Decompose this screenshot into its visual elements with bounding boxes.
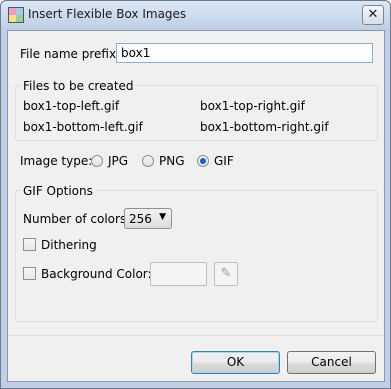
dialog-title: Insert Flexible Box Images — [28, 7, 187, 21]
prefix-label: File name prefix: — [20, 47, 121, 61]
chevron-down-icon: ▼ — [159, 212, 166, 222]
file-bottom-left: box1-bottom-left.gif — [23, 120, 143, 134]
radio-png-label[interactable]: PNG — [159, 154, 185, 168]
colors-select[interactable]: 256 ▼ — [124, 208, 172, 229]
cancel-button[interactable]: Cancel — [287, 351, 376, 374]
ok-button[interactable]: OK — [191, 351, 280, 374]
title-bar[interactable]: Insert Flexible Box Images ✕ — [1, 1, 390, 29]
image-type-label: Image type: — [20, 154, 93, 168]
dithering-label[interactable]: Dithering — [41, 238, 97, 252]
file-top-right: box1-top-right.gif — [200, 99, 305, 113]
radio-gif-label[interactable]: GIF — [214, 154, 234, 168]
app-icon — [8, 7, 24, 23]
files-group-legend: Files to be created — [21, 79, 136, 93]
gif-options-legend: GIF Options — [21, 184, 95, 198]
bgcolor-swatch[interactable] — [150, 262, 207, 286]
eyedropper-icon[interactable]: ✎ — [214, 262, 238, 286]
prefix-input[interactable] — [116, 43, 373, 63]
file-top-left: box1-top-left.gif — [23, 99, 120, 113]
colors-label: Number of colors: — [23, 212, 131, 226]
radio-jpg[interactable] — [91, 155, 103, 167]
bgcolor-checkbox[interactable] — [23, 267, 36, 280]
close-button[interactable]: ✕ — [362, 5, 384, 25]
dithering-checkbox[interactable] — [23, 238, 36, 251]
file-bottom-right: box1-bottom-right.gif — [200, 120, 329, 134]
radio-jpg-label[interactable]: JPG — [108, 154, 128, 168]
gif-options-group — [15, 190, 378, 322]
radio-gif[interactable] — [197, 155, 209, 167]
colors-select-value: 256 — [129, 212, 152, 226]
radio-png[interactable] — [142, 155, 154, 167]
dialog-body: File name prefix: Files to be created bo… — [7, 30, 385, 382]
dialog-window: Insert Flexible Box Images ✕ File name p… — [0, 0, 391, 389]
footer-divider — [8, 335, 384, 336]
bgcolor-label[interactable]: Background Color: — [41, 267, 152, 281]
